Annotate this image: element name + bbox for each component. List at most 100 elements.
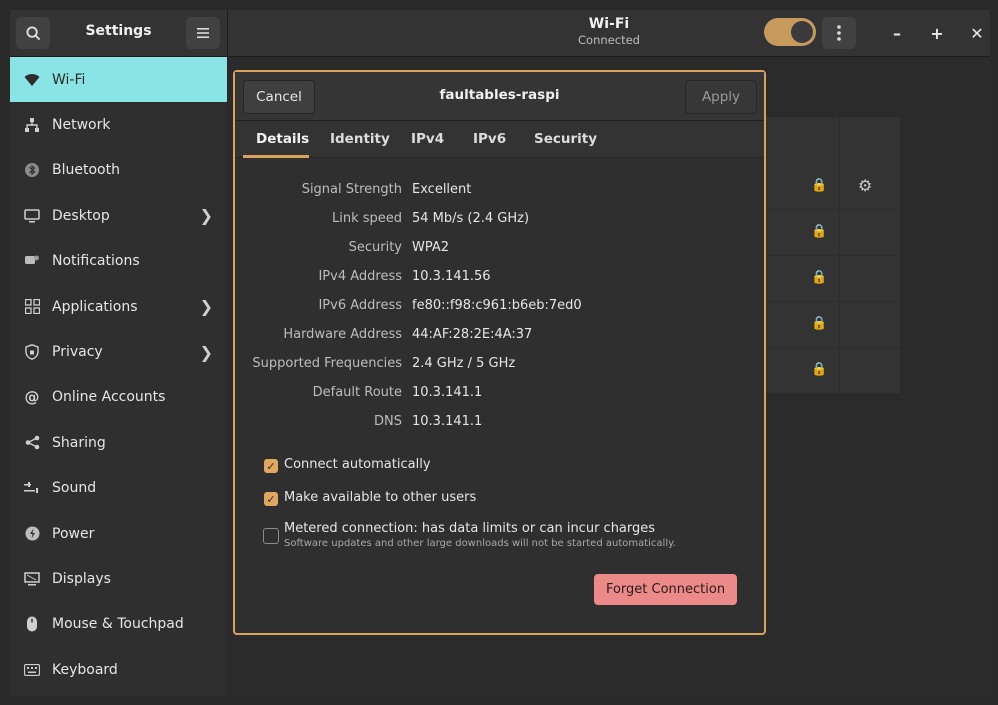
sidebar-item-label: Network (52, 117, 111, 134)
sidebar-item-label: Privacy (52, 344, 103, 361)
detail-key: IPv6 Address (318, 298, 402, 313)
connection-details-dialog: Cancel faultables-raspi Apply Details Id… (233, 70, 766, 635)
tab-ipv6[interactable]: IPv6 (473, 131, 506, 147)
notifications-icon (24, 253, 40, 269)
sidebar-item-network[interactable]: Network (10, 102, 227, 147)
sidebar-item-label: Sound (52, 480, 97, 497)
sidebar-item-label: Online Accounts (52, 389, 166, 406)
sidebar-item-sound[interactable]: Sound (10, 466, 227, 511)
close-button[interactable]: ✕ (964, 20, 990, 46)
tab-details[interactable]: Details (256, 131, 309, 147)
sidebar-item-displays[interactable]: Displays (10, 556, 227, 601)
detail-key: Security (348, 240, 402, 255)
tab-security[interactable]: Security (534, 131, 597, 147)
sidebar-item-mouse-touchpad[interactable]: Mouse & Touchpad (10, 602, 227, 647)
detail-row: DNS 10.3.141.1 (235, 414, 764, 434)
shield-icon (24, 344, 40, 360)
detail-row: IPv4 Address 10.3.141.56 (235, 269, 764, 289)
connect-automatically-checkbox[interactable]: ✓ (264, 459, 278, 473)
detail-row: Signal Strength Excellent (235, 182, 764, 202)
dialog-header: Cancel faultables-raspi Apply (235, 72, 764, 121)
lock-icon: 🔒 (811, 178, 828, 193)
sidebar-item-label: Keyboard (52, 661, 118, 678)
gear-icon[interactable]: ⚙ (858, 176, 872, 195)
active-tab-indicator (243, 155, 309, 158)
sidebar-item-online-accounts[interactable]: @ Online Accounts (10, 375, 227, 420)
toggle-knob (791, 21, 813, 43)
detail-key: Link speed (331, 211, 402, 226)
forget-connection-button[interactable]: Forget Connection (594, 574, 737, 605)
minimize-icon: – (893, 23, 901, 43)
search-icon (25, 25, 40, 40)
detail-key: Hardware Address (283, 327, 402, 342)
sidebar-item-label: Desktop (52, 207, 110, 224)
maximize-button[interactable]: + (924, 20, 950, 46)
network-icon (24, 117, 40, 133)
menu-button[interactable] (186, 17, 220, 49)
chevron-right-icon: ❯ (199, 342, 213, 362)
at-icon: @ (24, 388, 40, 407)
lock-icon: 🔒 (811, 224, 828, 239)
sidebar-item-label: Notifications (52, 253, 140, 270)
sidebar-item-label: Applications (52, 298, 138, 315)
detail-key: Signal Strength (301, 182, 402, 197)
sidebar-header: Settings (10, 10, 227, 57)
detail-value: 10.3.141.56 (412, 269, 491, 284)
connect-automatically-label: Connect automatically (284, 457, 431, 472)
sidebar-item-label: Sharing (52, 434, 106, 451)
apply-button[interactable]: Apply (685, 80, 757, 114)
applications-icon (24, 299, 40, 315)
sidebar-item-privacy[interactable]: Privacy ❯ (10, 329, 227, 374)
sidebar-item-sharing[interactable]: Sharing (10, 420, 227, 465)
sound-icon (24, 480, 40, 496)
detail-value: 10.3.141.1 (412, 385, 483, 400)
sidebar-item-label: Mouse & Touchpad (52, 616, 184, 633)
hamburger-icon (197, 28, 209, 38)
detail-value: fe80::f98:c961:b6eb:7ed0 (412, 298, 582, 313)
detail-row: Security WPA2 (235, 240, 764, 260)
search-button[interactable] (16, 17, 50, 49)
detail-row: IPv6 Address fe80::f98:c961:b6eb:7ed0 (235, 298, 764, 318)
wifi-toggle[interactable] (764, 18, 816, 46)
detail-value: 44:AF:28:2E:4A:37 (412, 327, 533, 342)
available-to-others-checkbox[interactable]: ✓ (264, 492, 278, 506)
detail-row: Default Route 10.3.141.1 (235, 385, 764, 405)
sidebar-item-desktop[interactable]: Desktop ❯ (10, 193, 227, 238)
sidebar-item-keyboard[interactable]: Keyboard (10, 647, 227, 692)
mouse-icon (24, 616, 40, 632)
sidebar-item-applications[interactable]: Applications ❯ (10, 284, 227, 329)
page-title: Wi-Fi Connected (228, 16, 990, 47)
chevron-right-icon: ❯ (199, 206, 213, 226)
close-icon: ✕ (970, 23, 984, 43)
sidebar-item-bluetooth[interactable]: Bluetooth (10, 148, 227, 193)
metered-connection-checkbox[interactable] (263, 528, 279, 544)
minimize-button[interactable]: – (884, 20, 910, 46)
more-options-button[interactable] (822, 17, 856, 49)
sidebar-item-wifi[interactable]: Wi-Fi (10, 57, 227, 103)
keyboard-icon (24, 662, 40, 678)
power-icon (24, 526, 40, 542)
detail-value: Excellent (412, 182, 472, 197)
tab-ipv4[interactable]: IPv4 (411, 131, 444, 147)
bluetooth-icon (24, 162, 40, 178)
desktop-icon (24, 208, 40, 224)
detail-value: 2.4 GHz / 5 GHz (412, 356, 516, 371)
detail-row: Hardware Address 44:AF:28:2E:4A:37 (235, 327, 764, 347)
detail-value: WPA2 (412, 240, 450, 255)
detail-value: 10.3.141.1 (412, 414, 483, 429)
checkmark-icon: ✓ (266, 459, 276, 473)
available-to-others-label: Make available to other users (284, 490, 477, 505)
wifi-icon (24, 72, 40, 88)
detail-row: Link speed 54 Mb/s (2.4 GHz) (235, 211, 764, 231)
sidebar-title: Settings (85, 23, 152, 39)
sidebar-item-power[interactable]: Power (10, 511, 227, 556)
share-icon (24, 435, 40, 451)
sidebar-item-label: Bluetooth (52, 162, 120, 179)
sidebar: Wi-Fi Network Bluetooth Desktop ❯ Notifi… (10, 57, 227, 696)
tab-identity[interactable]: Identity (330, 131, 390, 147)
checkmark-icon: ✓ (266, 492, 276, 506)
sidebar-item-notifications[interactable]: Notifications (10, 239, 227, 284)
lock-icon: 🔒 (811, 316, 828, 331)
main-header: Wi-Fi Connected – + ✕ (227, 10, 990, 57)
sidebar-item-label: Wi-Fi (52, 71, 86, 88)
